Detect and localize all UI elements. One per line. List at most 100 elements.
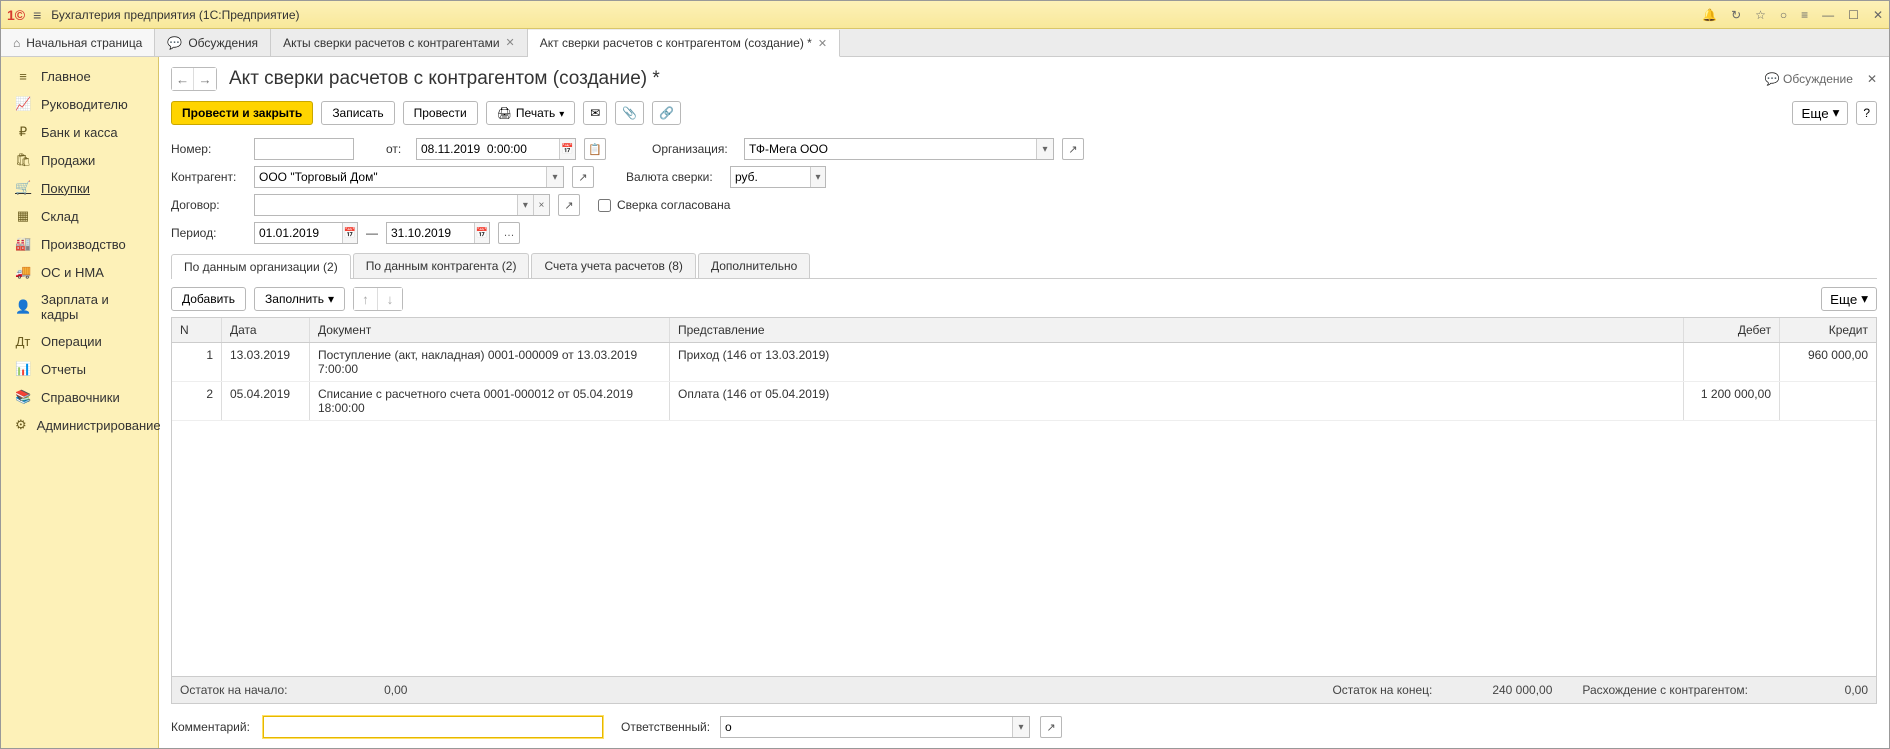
window-title: Бухгалтерия предприятия (1С:Предприятие) xyxy=(51,8,1702,22)
responsible-dropdown-icon[interactable]: ▾ xyxy=(1012,717,1029,737)
tab-acts-list[interactable]: Акты сверки расчетов с контрагентами ✕ xyxy=(271,29,528,56)
page-close-icon[interactable]: ✕ xyxy=(1867,72,1877,86)
main-menu-icon[interactable]: ≡ xyxy=(33,7,41,23)
date-input[interactable] xyxy=(417,139,559,159)
tab-additional[interactable]: Дополнительно xyxy=(698,253,810,278)
related-button[interactable]: 🔗 xyxy=(652,101,681,125)
sidebar-item-os-nma[interactable]: 🚚ОС и НМА xyxy=(1,258,158,286)
close-window-icon[interactable]: ✕ xyxy=(1873,8,1883,22)
contract-input[interactable] xyxy=(255,195,517,215)
contr-open-button[interactable]: ↗ xyxy=(572,166,594,188)
cell-deb: 1 200 000,00 xyxy=(1684,382,1780,420)
period-select-button[interactable]: … xyxy=(498,222,520,244)
sidebar-item-purchases[interactable]: 🛒Покупки xyxy=(1,174,158,202)
sidebar-item-stock[interactable]: ▦Склад xyxy=(1,202,158,230)
tab-accounts[interactable]: Счета учета расчетов (8) xyxy=(531,253,695,278)
period-from-input[interactable] xyxy=(255,223,342,243)
table-row[interactable]: 113.03.2019Поступление (акт, накладная) … xyxy=(172,343,1876,382)
col-rep[interactable]: Представление xyxy=(670,318,1684,342)
post-and-close-button[interactable]: Провести и закрыть xyxy=(171,101,313,125)
contract-open-button[interactable]: ↗ xyxy=(558,194,580,216)
comment-label: Комментарий: xyxy=(171,720,253,734)
date-extra-button[interactable]: 📋 xyxy=(584,138,606,160)
printer-icon: 🖨 xyxy=(497,106,512,120)
start-balance-value: 0,00 xyxy=(327,683,407,697)
calendar-icon[interactable]: 📅 xyxy=(342,223,357,243)
table-more-button[interactable]: Еще ▾ xyxy=(1821,287,1877,311)
sidebar-item-main[interactable]: ≡Главное xyxy=(1,63,158,90)
contract-input-wrap: ▾ × xyxy=(254,194,550,216)
move-up-button[interactable]: ↑ xyxy=(354,288,378,310)
post-button[interactable]: Провести xyxy=(403,101,478,125)
print-button[interactable]: 🖨Печать xyxy=(486,101,576,125)
contract-dropdown-icon[interactable]: ▾ xyxy=(517,195,533,215)
add-row-button[interactable]: Добавить xyxy=(171,287,246,311)
table-body[interactable]: 113.03.2019Поступление (акт, накладная) … xyxy=(172,343,1876,676)
col-deb[interactable]: Дебет xyxy=(1684,318,1780,342)
more-button[interactable]: Еще ▾ xyxy=(1792,101,1848,125)
sidebar-item-admin[interactable]: ⚙Администрирование xyxy=(1,411,158,439)
tab-close-icon[interactable]: ✕ xyxy=(506,36,515,49)
sidebar-item-manager[interactable]: 📈Руководителю xyxy=(1,90,158,118)
agreed-checkbox[interactable] xyxy=(598,199,611,212)
move-down-button[interactable]: ↓ xyxy=(378,288,402,310)
attach-button[interactable]: 📎 xyxy=(615,101,644,125)
circle-icon[interactable]: ○ xyxy=(1780,8,1787,22)
move-row-buttons: ↑ ↓ xyxy=(353,287,403,311)
sidebar-item-bank[interactable]: ₽Банк и касса xyxy=(1,118,158,146)
sidebar-item-refs[interactable]: 📚Справочники xyxy=(1,383,158,411)
lines-icon[interactable]: ≡ xyxy=(1801,8,1808,22)
calendar-icon[interactable]: 📅 xyxy=(474,223,489,243)
tab-act-create[interactable]: Акт сверки расчетов с контрагентом (созд… xyxy=(528,30,840,57)
sidebar-item-label: Справочники xyxy=(41,390,120,405)
history-icon[interactable]: ↻ xyxy=(1731,8,1741,22)
sidebar-item-salary[interactable]: 👤Зарплата и кадры xyxy=(1,286,158,328)
tab-discuss[interactable]: 💬 Обсуждения xyxy=(155,29,271,56)
org-open-button[interactable]: ↗ xyxy=(1062,138,1084,160)
tab-contr-data[interactable]: По данным контрагента (2) xyxy=(353,253,530,278)
table-row[interactable]: 205.04.2019Списание с расчетного счета 0… xyxy=(172,382,1876,421)
sidebar-item-reports[interactable]: 📊Отчеты xyxy=(1,355,158,383)
maximize-icon[interactable]: ☐ xyxy=(1848,8,1859,22)
responsible-label: Ответственный: xyxy=(621,720,710,734)
fill-button[interactable]: Заполнить ▾ xyxy=(254,287,345,311)
email-button[interactable]: ✉ xyxy=(583,101,607,125)
tab-org-data[interactable]: По данным организации (2) xyxy=(171,254,351,279)
col-cred[interactable]: Кредит xyxy=(1780,318,1876,342)
sidebar-item-production[interactable]: 🏭Производство xyxy=(1,230,158,258)
bell-icon[interactable]: 🔔 xyxy=(1702,8,1717,22)
cell-doc: Поступление (акт, накладная) 0001-000009… xyxy=(310,343,670,381)
currency-input[interactable] xyxy=(731,167,810,187)
help-button[interactable]: ? xyxy=(1856,101,1877,125)
sidebar-item-operations[interactable]: ДтОперации xyxy=(1,328,158,355)
nav-back-button[interactable]: ← xyxy=(172,68,194,90)
responsible-open-button[interactable]: ↗ xyxy=(1040,716,1062,738)
comment-input[interactable] xyxy=(264,717,602,737)
minimize-icon[interactable]: — xyxy=(1822,8,1834,22)
currency-dropdown-icon[interactable]: ▾ xyxy=(810,167,825,187)
save-button[interactable]: Записать xyxy=(321,101,394,125)
cell-deb xyxy=(1684,343,1780,381)
cell-doc: Списание с расчетного счета 0001-000012 … xyxy=(310,382,670,420)
col-doc[interactable]: Документ xyxy=(310,318,670,342)
period-to-input[interactable] xyxy=(387,223,474,243)
sidebar-item-sales[interactable]: 🛍Продажи xyxy=(1,146,158,174)
contract-clear-icon[interactable]: × xyxy=(533,195,549,215)
col-n[interactable]: N xyxy=(172,318,222,342)
contr-dropdown-icon[interactable]: ▾ xyxy=(546,167,563,187)
nav-forward-button[interactable]: → xyxy=(194,68,216,90)
calendar-icon[interactable]: 📅 xyxy=(559,139,575,159)
number-input[interactable] xyxy=(255,139,353,159)
responsible-input[interactable] xyxy=(721,717,1012,737)
tab-close-icon[interactable]: ✕ xyxy=(818,37,827,50)
org-input[interactable] xyxy=(745,139,1036,159)
col-date[interactable]: Дата xyxy=(222,318,310,342)
discuss-link[interactable]: 💬 Обсуждение xyxy=(1765,72,1853,86)
data-table: N Дата Документ Представление Дебет Кред… xyxy=(171,317,1877,704)
org-dropdown-icon[interactable]: ▾ xyxy=(1036,139,1053,159)
star-icon[interactable]: ☆ xyxy=(1755,8,1766,22)
tab-home[interactable]: ⌂ Начальная страница xyxy=(1,29,155,56)
start-balance-label: Остаток на начало: xyxy=(180,683,287,697)
sidebar-item-label: Покупки xyxy=(41,181,90,196)
contr-input[interactable] xyxy=(255,167,546,187)
